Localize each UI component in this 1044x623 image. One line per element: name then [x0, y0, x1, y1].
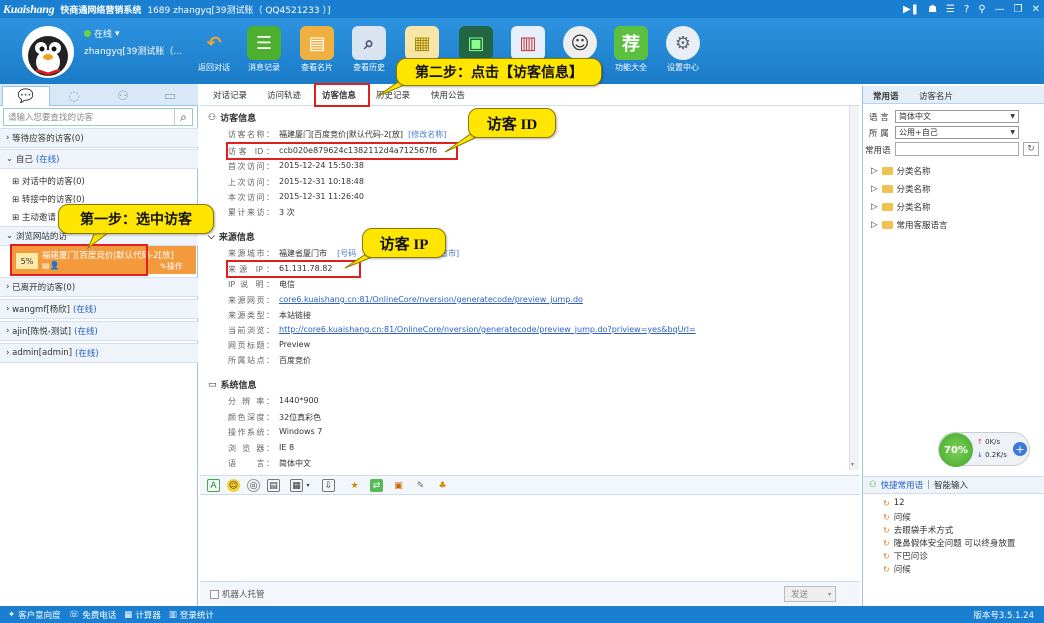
callout-pointers: [86, 81, 493, 269]
annotation-visitor-ip: 访客 IP: [362, 228, 446, 258]
annotation-step2: 第二步：点击【访客信息】: [396, 58, 602, 86]
annotation-visitor-id: 访客 ID: [468, 108, 556, 138]
annotation-step1: 第一步：选中访客: [58, 204, 214, 234]
